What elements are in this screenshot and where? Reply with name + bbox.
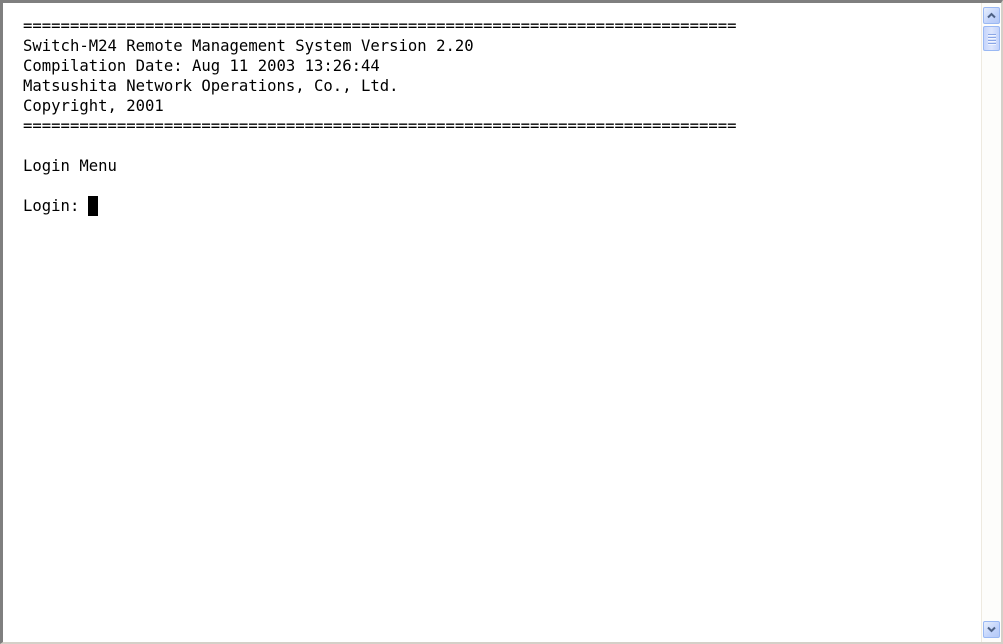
- login-prompt-label: Login:: [23, 197, 80, 215]
- system-name-line: Switch-M24 Remote Management System Vers…: [23, 37, 474, 55]
- text-cursor: [88, 196, 99, 216]
- compilation-date-line: Compilation Date: Aug 11 2003 13:26:44: [23, 57, 380, 75]
- thumb-grip-line: [987, 33, 996, 35]
- separator-line-bottom: ========================================…: [23, 117, 737, 135]
- thumb-grip-line: [987, 36, 996, 38]
- terminal-screen[interactable]: ========================================…: [3, 3, 969, 642]
- scroll-up-button[interactable]: [983, 7, 1000, 24]
- terminal-window: ========================================…: [0, 0, 1003, 644]
- thumb-grip-line: [987, 39, 996, 41]
- scroll-down-button[interactable]: [983, 621, 1000, 638]
- menu-title: Login Menu: [23, 157, 117, 175]
- thumb-grip-line: [987, 42, 996, 44]
- separator-line-top: ========================================…: [23, 17, 737, 35]
- scroll-thumb[interactable]: [983, 26, 1000, 51]
- vertical-scrollbar[interactable]: [981, 3, 1001, 642]
- company-name-line: Matsushita Network Operations, Co., Ltd.: [23, 77, 399, 95]
- copyright-line: Copyright, 2001: [23, 97, 164, 115]
- login-input-row[interactable]: Login:: [23, 196, 969, 216]
- chevron-down-icon: [987, 626, 996, 633]
- chevron-up-icon: [987, 12, 996, 19]
